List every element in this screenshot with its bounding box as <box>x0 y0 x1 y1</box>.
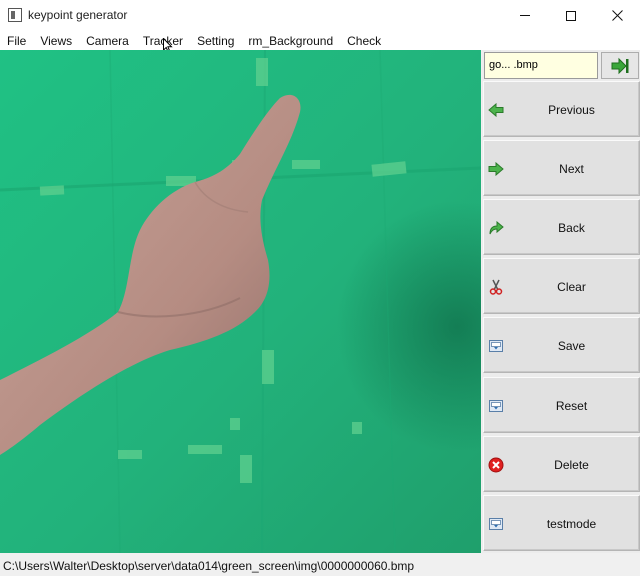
minimize-icon <box>520 15 530 16</box>
menu-rm-background[interactable]: rm_Background <box>241 32 340 50</box>
close-button[interactable] <box>594 0 640 31</box>
menu-views[interactable]: Views <box>33 32 79 50</box>
delete-button[interactable]: Delete <box>483 436 640 492</box>
maximize-icon <box>566 10 576 21</box>
close-icon <box>611 10 623 21</box>
testmode-label: testmode <box>546 517 597 531</box>
curved-arrow-icon <box>488 220 504 236</box>
green-screen-photo <box>0 50 481 553</box>
menu-bar: File Views Camera Tracker Setting rm_Bac… <box>0 31 640 50</box>
next-label: Next <box>559 162 584 176</box>
testmode-icon <box>488 516 504 532</box>
back-button[interactable]: Back <box>483 199 640 255</box>
arrow-left-icon <box>488 102 504 118</box>
app-icon <box>8 8 22 22</box>
previous-label: Previous <box>548 103 595 117</box>
arrow-to-bar-icon <box>611 57 629 74</box>
delete-label: Delete <box>554 458 589 472</box>
window-title: keypoint generator <box>28 8 128 22</box>
control-panel: go... .bmp Previous Next Back Clear Save… <box>482 50 640 553</box>
save-icon <box>488 338 504 354</box>
menu-check[interactable]: Check <box>340 32 388 50</box>
image-canvas[interactable] <box>0 50 481 553</box>
previous-button[interactable]: Previous <box>483 81 640 137</box>
file-name-field[interactable]: go... .bmp <box>484 52 598 79</box>
scissors-icon <box>488 279 504 295</box>
clear-label: Clear <box>557 280 586 294</box>
status-bar-path: C:\Users\Walter\Desktop\server\data014\g… <box>0 556 640 576</box>
menu-setting[interactable]: Setting <box>190 32 241 50</box>
maximize-button[interactable] <box>548 0 594 31</box>
back-label: Back <box>558 221 585 235</box>
menu-file[interactable]: File <box>0 32 33 50</box>
reset-button[interactable]: Reset <box>483 377 640 433</box>
title-bar: keypoint generator <box>0 0 640 31</box>
menu-camera[interactable]: Camera <box>79 32 136 50</box>
clear-button[interactable]: Clear <box>483 258 640 314</box>
next-button[interactable]: Next <box>483 140 640 196</box>
reset-icon <box>488 398 504 414</box>
arrow-right-icon <box>488 161 504 177</box>
delete-icon <box>488 457 504 473</box>
reset-label: Reset <box>555 399 588 413</box>
testmode-button[interactable]: testmode <box>483 495 640 551</box>
save-label: Save <box>557 339 586 353</box>
minimize-button[interactable] <box>502 0 548 31</box>
save-button[interactable]: Save <box>483 317 640 373</box>
go-button[interactable] <box>601 52 639 79</box>
